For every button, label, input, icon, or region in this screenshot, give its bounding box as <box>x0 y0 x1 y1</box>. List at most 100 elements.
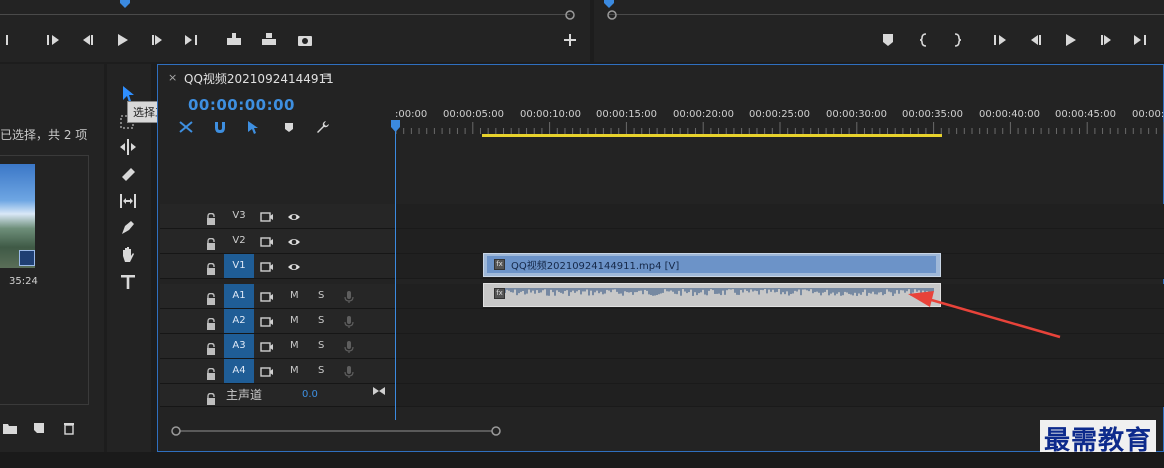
program-go-to-in-icon[interactable] <box>990 30 1010 50</box>
status-bar <box>0 452 1164 468</box>
mute-track-button[interactable]: M <box>290 284 299 308</box>
track-target-a3[interactable]: A3 <box>224 334 254 358</box>
solo-track-button[interactable]: S <box>318 284 324 308</box>
razor-tool-icon[interactable] <box>117 163 139 185</box>
toggle-output-eye-icon[interactable] <box>287 259 301 273</box>
track-lock-icon[interactable] <box>206 365 216 380</box>
go-to-out-icon[interactable] <box>181 30 201 50</box>
voice-over-mic-icon[interactable] <box>342 289 356 303</box>
track-header-v1: V1 <box>160 254 395 279</box>
snap-nest-icon[interactable] <box>178 120 194 134</box>
master-jump-icon[interactable] <box>372 384 386 398</box>
track-lock-icon[interactable] <box>206 210 216 225</box>
program-scrub-bar[interactable] <box>608 14 1164 15</box>
track-target-a4[interactable]: A4 <box>224 359 254 383</box>
ruler-label: :00:00 <box>395 109 428 120</box>
wrench-settings-icon[interactable] <box>314 119 330 135</box>
ruler-label: 00:00:15:00 <box>596 109 658 120</box>
mute-track-button[interactable]: M <box>290 309 299 333</box>
mark-in-icon[interactable] <box>0 30 20 50</box>
track-area-a4[interactable] <box>395 359 1164 384</box>
play-icon[interactable] <box>112 30 132 50</box>
program-step-back-icon[interactable] <box>1026 30 1046 50</box>
program-playhead-icon[interactable] <box>604 0 614 8</box>
track-lock-icon[interactable] <box>206 315 216 330</box>
work-area-bar[interactable] <box>482 134 942 137</box>
voice-over-mic-icon[interactable] <box>342 339 356 353</box>
source-scrub-bar[interactable] <box>0 14 570 15</box>
sequence-tab[interactable]: QQ视频20210924144911 <box>184 70 334 87</box>
slip-tool-icon[interactable] <box>117 190 139 212</box>
program-go-to-out-icon[interactable] <box>1130 30 1150 50</box>
trash-icon[interactable] <box>62 421 76 435</box>
track-target-a1[interactable]: A1 <box>224 284 254 308</box>
video-clip-label: QQ视频20210924144911.mp4 [V] <box>511 261 680 272</box>
solo-track-button[interactable]: S <box>318 359 324 383</box>
track-target-a2[interactable]: A2 <box>224 309 254 333</box>
solo-track-button[interactable]: S <box>318 334 324 358</box>
master-lock-icon[interactable] <box>206 390 216 405</box>
timeline-zoom-scrollbar[interactable] <box>160 424 1160 438</box>
track-lock-icon[interactable] <box>206 290 216 305</box>
track-lock-icon[interactable] <box>206 235 216 250</box>
mark-out-brace-icon[interactable] <box>947 30 967 50</box>
step-forward-icon[interactable] <box>147 30 167 50</box>
track-lock-icon[interactable] <box>206 340 216 355</box>
new-item-icon[interactable] <box>32 421 46 435</box>
sync-lock-icon[interactable] <box>260 364 274 378</box>
voice-over-mic-icon[interactable] <box>342 364 356 378</box>
step-back-icon[interactable] <box>78 30 98 50</box>
toggle-output-eye-icon[interactable] <box>287 209 301 223</box>
master-track-area <box>395 384 1164 407</box>
hand-tool-icon[interactable] <box>117 244 139 266</box>
audio-fx-badge-icon: fx <box>494 288 505 299</box>
sync-lock-icon[interactable] <box>260 314 274 328</box>
voice-over-mic-icon[interactable] <box>342 314 356 328</box>
add-marker-icon[interactable] <box>878 30 898 50</box>
sync-lock-icon[interactable] <box>260 339 274 353</box>
track-area-v3[interactable] <box>395 204 1164 229</box>
track-lock-icon[interactable] <box>206 260 216 275</box>
program-scrub-start-handle[interactable] <box>606 9 618 21</box>
add-marker-timeline-icon[interactable] <box>282 120 296 134</box>
playhead-line[interactable] <box>395 124 396 420</box>
sync-lock-icon[interactable] <box>260 289 274 303</box>
track-target-v2[interactable]: V2 <box>224 229 254 253</box>
track-header-a3: A3 M S <box>160 334 395 359</box>
snap-magnet-icon[interactable] <box>212 120 228 134</box>
master-volume-value[interactable]: 0.0 <box>302 384 318 406</box>
sync-lock-icon[interactable] <box>260 209 274 223</box>
linked-selection-icon[interactable] <box>245 119 261 135</box>
close-sequence-icon[interactable]: × <box>168 71 177 84</box>
sync-lock-icon[interactable] <box>260 259 274 273</box>
playhead-handle-icon[interactable] <box>391 120 400 132</box>
solo-track-button[interactable]: S <box>318 309 324 333</box>
panel-menu-icon[interactable]: ≡ <box>322 69 332 83</box>
program-step-forward-icon[interactable] <box>1096 30 1116 50</box>
type-tool-icon[interactable] <box>117 271 139 293</box>
program-play-icon[interactable] <box>1060 30 1080 50</box>
new-bin-icon[interactable] <box>2 421 18 435</box>
overwrite-icon[interactable] <box>259 30 279 50</box>
track-header-a2: A2 M S <box>160 309 395 334</box>
add-button-icon[interactable] <box>560 30 580 50</box>
source-playhead-icon[interactable] <box>120 0 130 8</box>
track-header-v3: V3 <box>160 204 395 229</box>
track-target-v1[interactable]: V1 <box>224 254 254 278</box>
track-area-v2[interactable] <box>395 229 1164 254</box>
ripple-edit-tool-icon[interactable] <box>117 136 139 158</box>
playhead-timecode[interactable]: 00:00:00:00 <box>188 96 295 114</box>
insert-icon[interactable] <box>224 30 244 50</box>
mute-track-button[interactable]: M <box>290 359 299 383</box>
track-header-v2: V2 <box>160 229 395 254</box>
sync-lock-icon[interactable] <box>260 234 274 248</box>
toggle-output-eye-icon[interactable] <box>287 234 301 248</box>
go-to-in-icon[interactable] <box>43 30 63 50</box>
ruler-label: 00:00:30:00 <box>826 109 888 120</box>
pen-tool-icon[interactable] <box>117 217 139 239</box>
mute-track-button[interactable]: M <box>290 334 299 358</box>
export-frame-icon[interactable] <box>295 30 315 50</box>
mark-in-brace-icon[interactable] <box>914 30 934 50</box>
source-scrub-end-handle[interactable] <box>564 9 576 21</box>
track-target-v3[interactable]: V3 <box>224 204 254 228</box>
